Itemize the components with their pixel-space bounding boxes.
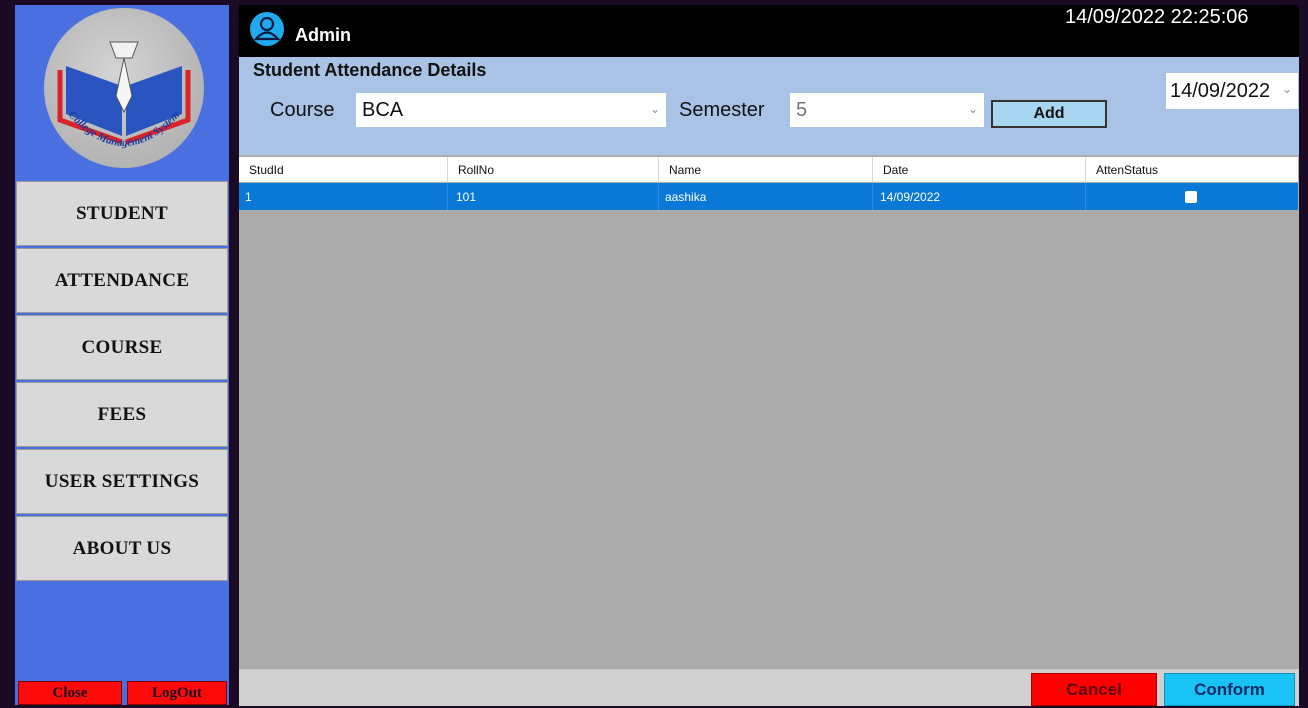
logout-button[interactable]: LogOut [127, 681, 227, 705]
chevron-down-icon: ⌄ [967, 102, 978, 116]
sidebar-item-about-us[interactable]: ABOUT US [16, 516, 228, 581]
sidebar-item-user-settings[interactable]: USER SETTINGS [16, 449, 228, 514]
column-header-studid[interactable]: StudId [239, 157, 448, 182]
semester-label: Semester [679, 99, 765, 121]
add-button[interactable]: Add [991, 100, 1107, 128]
cell-date[interactable]: 14/09/2022 [873, 183, 1086, 210]
cancel-button[interactable]: Cancel [1031, 673, 1157, 706]
course-value: BCA [362, 98, 404, 121]
sidebar-item-student[interactable]: STUDENT [16, 181, 228, 246]
cell-name[interactable]: aashika [659, 183, 873, 210]
sidebar-item-attendance[interactable]: ATTENDANCE [16, 248, 228, 313]
cell-studid[interactable]: 1 [239, 183, 448, 210]
chevron-down-icon: ⌄ [1279, 82, 1292, 96]
conform-button[interactable]: Conform [1164, 673, 1295, 706]
cell-rollno[interactable]: 101 [448, 183, 659, 210]
chevron-down-icon: ⌄ [649, 102, 660, 116]
date-picker-value: 14/09/2022 [1170, 79, 1271, 102]
college-logo: College Management System [44, 8, 204, 168]
attendance-grid [239, 155, 1299, 669]
column-header-date[interactable]: Date [873, 157, 1086, 182]
course-select[interactable]: BCA ⌄ [356, 93, 666, 127]
datetime-display: 14/09/2022 22:25:06 [1065, 6, 1249, 28]
column-header-name[interactable]: Name [659, 157, 873, 182]
user-icon [250, 12, 284, 46]
column-header-attenstatus[interactable]: AttenStatus [1086, 157, 1298, 182]
sidebar-item-fees[interactable]: FEES [16, 382, 228, 447]
page-title: Student Attendance Details [253, 60, 487, 80]
close-button[interactable]: Close [18, 681, 122, 705]
sidebar-item-course[interactable]: COURSE [16, 315, 228, 380]
semester-value: 5 [796, 98, 808, 121]
date-picker[interactable]: 14/09/2022 ⌄ [1166, 73, 1298, 109]
user-name: Admin [295, 25, 351, 45]
semester-select[interactable]: 5 ⌄ [790, 93, 984, 127]
attendance-checkbox[interactable] [1185, 191, 1197, 203]
column-header-rollno[interactable]: RollNo [448, 157, 659, 182]
course-label: Course [270, 99, 335, 121]
